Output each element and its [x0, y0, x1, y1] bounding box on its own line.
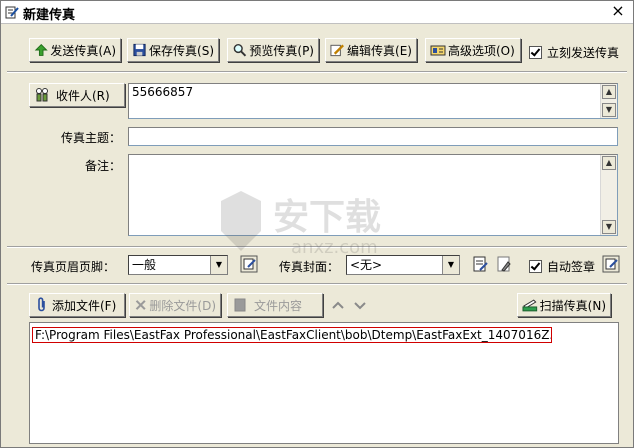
notes-scrollbar[interactable]: ▲ ▼: [600, 155, 617, 235]
new-fax-window: 新建传真 × 发送传真(A) 保存传真(S) 预览传真(P) 编辑传真(E) 高…: [0, 0, 634, 448]
file-content-label: 文件内容: [254, 298, 303, 313]
wrench-icon: [497, 256, 511, 272]
recipient-value: 55666857: [132, 85, 194, 99]
preview-fax-label: 预览传真(P): [249, 43, 314, 58]
add-file-button[interactable]: 添加文件(F): [29, 293, 125, 317]
watermark-text: 安下载: [273, 197, 381, 238]
separator-bottom: [7, 283, 627, 285]
subject-label: 传真主题：: [60, 131, 121, 145]
auto-sign-checkbox[interactable]: 自动签章: [529, 258, 595, 275]
document-icon: [234, 298, 246, 312]
title-bar: 新建传真 ×: [1, 1, 633, 24]
send-now-checkbox[interactable]: 立刻发送传真: [529, 44, 619, 61]
delete-x-icon: [135, 300, 146, 310]
scan-fax-label: 扫描传真(N): [539, 298, 606, 313]
settings-panel-icon: [430, 45, 446, 56]
recipient-input[interactable]: 55666857 ▲ ▼: [128, 83, 618, 119]
preview-fax-button[interactable]: 预览传真(P): [227, 38, 319, 62]
scroll-up-icon[interactable]: ▲: [602, 156, 616, 170]
subject-input[interactable]: [128, 127, 618, 146]
scan-fax-button[interactable]: 扫描传真(N): [517, 293, 611, 317]
send-fax-label: 发送传真(A): [50, 43, 116, 58]
edit-fax-label: 编辑传真(E): [347, 43, 412, 58]
people-icon: [36, 88, 48, 102]
recipient-label: 收件人(R): [56, 88, 110, 103]
recipient-scrollbar[interactable]: ▲ ▼: [600, 84, 617, 118]
send-fax-button[interactable]: 发送传真(A): [29, 38, 121, 62]
cover-settings-button[interactable]: [494, 254, 514, 274]
scanner-icon: [522, 299, 538, 312]
header-footer-value: 一般: [132, 258, 157, 272]
pencil-edit-icon: [330, 44, 344, 57]
delete-file-button[interactable]: 删除文件(D): [129, 293, 221, 317]
send-now-check-box[interactable]: [529, 46, 542, 59]
edit-page-icon: [602, 255, 620, 273]
floppy-disk-icon: [133, 43, 146, 57]
chevron-up-icon[interactable]: [331, 299, 345, 311]
list-item[interactable]: F:\Program Files\EastFax Professional\Ea…: [32, 327, 552, 343]
save-fax-button[interactable]: 保存传真(S): [127, 38, 219, 62]
save-fax-label: 保存传真(S): [149, 43, 214, 58]
scroll-up-icon[interactable]: ▲: [602, 85, 616, 99]
send-now-label: 立刻发送传真: [547, 46, 620, 60]
window-title: 新建传真: [23, 8, 76, 23]
document-edit-icon: [473, 256, 488, 272]
add-file-label: 添加文件(F): [52, 298, 117, 313]
fax-edit-icon: [5, 6, 19, 19]
header-footer-label: 传真页眉页脚：: [31, 260, 116, 274]
advanced-options-button[interactable]: 高级选项(O): [425, 38, 521, 62]
cover-edit-button[interactable]: [470, 254, 490, 274]
advanced-options-label: 高级选项(O): [448, 43, 515, 58]
scroll-down-icon[interactable]: ▼: [602, 103, 616, 117]
auto-sign-check-box[interactable]: [529, 260, 542, 273]
auto-sign-edit-button[interactable]: [601, 254, 621, 274]
magnifier-icon: [233, 43, 247, 57]
notes-label: 备注：: [84, 159, 121, 173]
paperclip-icon: [38, 297, 45, 312]
close-button[interactable]: ×: [609, 3, 627, 20]
watermark-logo: 安下载 anxz.com: [221, 191, 381, 258]
recipient-button[interactable]: 收件人(R): [29, 83, 125, 107]
file-list[interactable]: F:\Program Files\EastFax Professional\Ea…: [29, 322, 619, 444]
chevron-down-icon[interactable]: [353, 299, 367, 311]
send-up-arrow-icon: [34, 43, 48, 56]
chevron-down-icon[interactable]: ▼: [442, 256, 459, 274]
auto-sign-label: 自动签章: [547, 260, 596, 274]
separator-top: [7, 71, 627, 73]
edit-fax-button[interactable]: 编辑传真(E): [325, 38, 417, 62]
file-content-button[interactable]: 文件内容: [227, 293, 323, 317]
delete-file-label: 删除文件(D): [149, 298, 216, 313]
scroll-down-icon[interactable]: ▼: [602, 220, 616, 234]
watermark-sub: anxz.com: [291, 237, 378, 258]
